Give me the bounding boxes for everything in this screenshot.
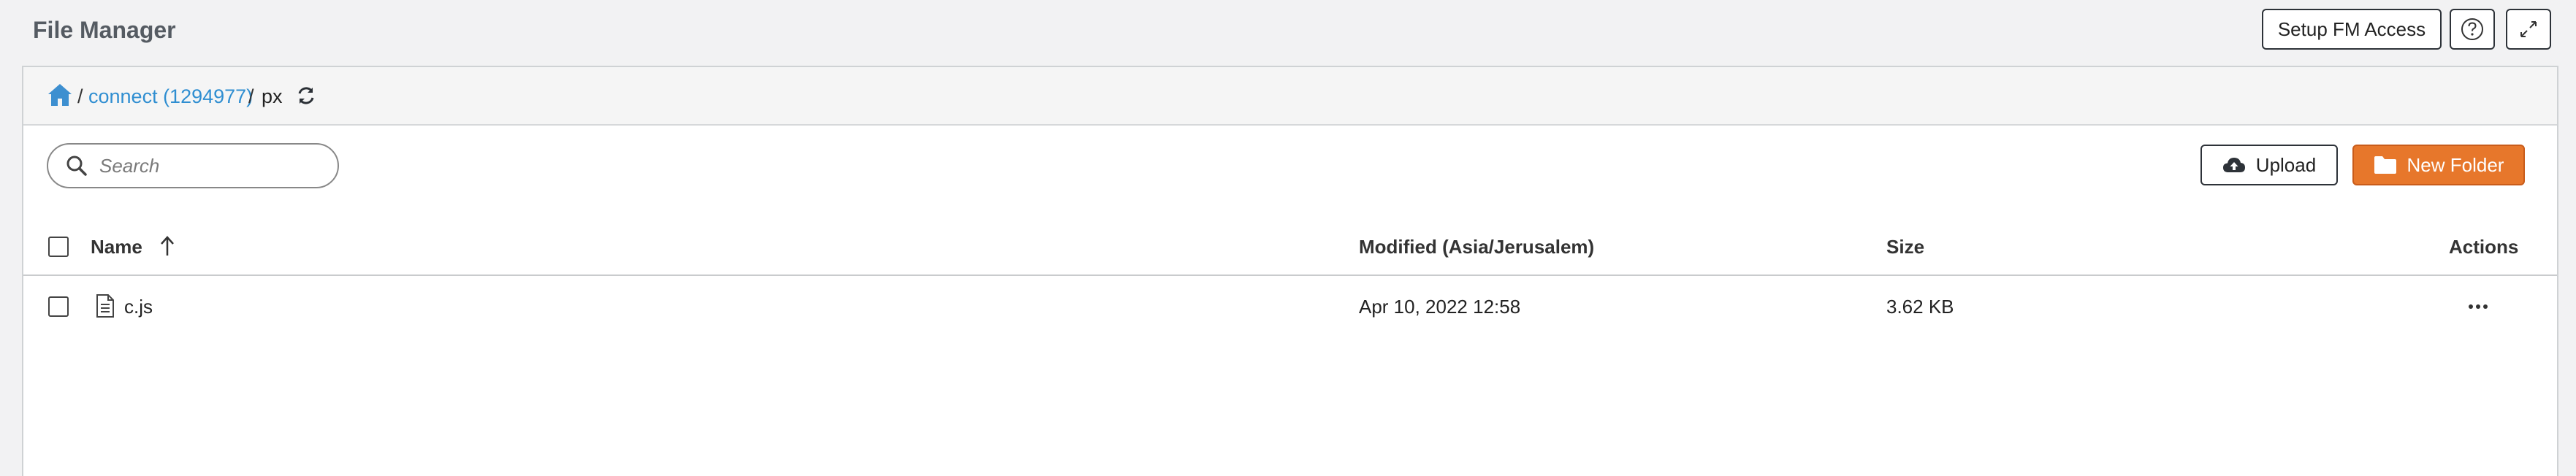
file-name-link[interactable]: c.js <box>124 295 153 318</box>
table-row[interactable]: c.js Apr 10, 2022 12:58 3.62 KB <box>23 277 2557 336</box>
file-text-icon <box>96 294 114 318</box>
expand-button[interactable] <box>2506 9 2551 50</box>
question-circle-icon <box>2461 18 2483 40</box>
home-icon[interactable] <box>47 82 73 108</box>
file-modified: Apr 10, 2022 12:58 <box>1359 296 1521 318</box>
column-header-actions: Actions <box>2449 236 2519 258</box>
help-button[interactable] <box>2450 9 2495 50</box>
row-checkbox[interactable] <box>48 296 69 317</box>
expand-icon <box>2520 21 2537 37</box>
upload-button[interactable]: Upload <box>2200 145 2338 185</box>
file-size: 3.62 KB <box>1886 296 1954 318</box>
table-header: Name Modified (Asia/Jerusalem) Size Acti… <box>23 218 2557 276</box>
setup-fm-access-button[interactable]: Setup FM Access <box>2262 9 2442 50</box>
breadcrumb: / connect (1294977) / px <box>23 67 2557 126</box>
search-box[interactable] <box>47 143 339 188</box>
new-folder-button[interactable]: New Folder <box>2352 145 2525 185</box>
page-title: File Manager <box>33 17 176 43</box>
cloud-upload-icon <box>2222 158 2245 172</box>
page-header: File Manager Setup FM Access <box>0 0 2576 66</box>
breadcrumb-link-connect[interactable]: connect (1294977) <box>88 85 253 108</box>
file-manager-panel: / connect (1294977) / px Upload New Fold… <box>22 66 2558 476</box>
breadcrumb-separator: / <box>77 85 83 107</box>
select-all-checkbox[interactable] <box>48 237 69 257</box>
breadcrumb-current: px <box>262 85 283 107</box>
column-header-name[interactable]: Name <box>91 235 142 258</box>
upload-label: Upload <box>2255 153 2317 176</box>
breadcrumb-separator: / <box>248 85 254 107</box>
refresh-icon[interactable] <box>295 85 317 107</box>
sort-ascending-icon[interactable] <box>156 234 178 258</box>
column-header-modified[interactable]: Modified (Asia/Jerusalem) <box>1359 235 1594 258</box>
column-header-size[interactable]: Size <box>1886 235 1924 258</box>
more-actions-icon[interactable] <box>2463 293 2493 320</box>
search-icon <box>66 156 87 176</box>
new-folder-label: New Folder <box>2407 153 2504 176</box>
folder-icon <box>2374 156 2396 174</box>
search-input[interactable] <box>99 154 319 177</box>
